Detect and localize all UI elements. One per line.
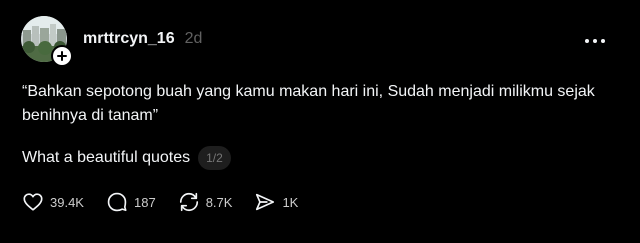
post-header: mrttrcyn_16 2d [83,30,202,52]
post-body-text: “Bahkan sepotong buah yang kamu makan ha… [22,83,595,124]
reply-button[interactable]: 187 [102,188,160,216]
heart-icon [23,193,43,211]
send-icon [256,193,275,211]
timestamp[interactable]: 2d [185,30,203,48]
thread-post: mrttrcyn_16 2d “Bahkan sepotong buah yan… [0,0,640,243]
reply-count: 187 [133,194,156,210]
share-button[interactable]: 1K [250,188,302,216]
like-button[interactable]: 39.4K [18,188,88,216]
avatar-container[interactable] [21,16,73,67]
like-count: 39.4K [50,194,84,210]
speech-bubble-icon [107,192,127,212]
repost-button[interactable]: 8.7K [174,188,237,216]
action-bar: 39.4K 187 8.7K 1K [18,188,316,216]
more-options-button[interactable] [580,30,610,52]
post-caption: What a beautiful quotes [22,149,191,166]
username[interactable]: mrttrcyn_16 [83,30,175,48]
page-indicator-badge[interactable]: 1/2 [198,146,231,170]
repost-arrows-icon [179,192,198,212]
follow-button[interactable] [51,45,73,67]
repost-count: 8.7K [205,194,233,210]
plus-icon [57,51,67,61]
share-count: 1K [282,194,299,210]
more-horizontal-icon [585,39,605,43]
caption-row: What a beautiful quotes 1/2 [22,146,231,170]
